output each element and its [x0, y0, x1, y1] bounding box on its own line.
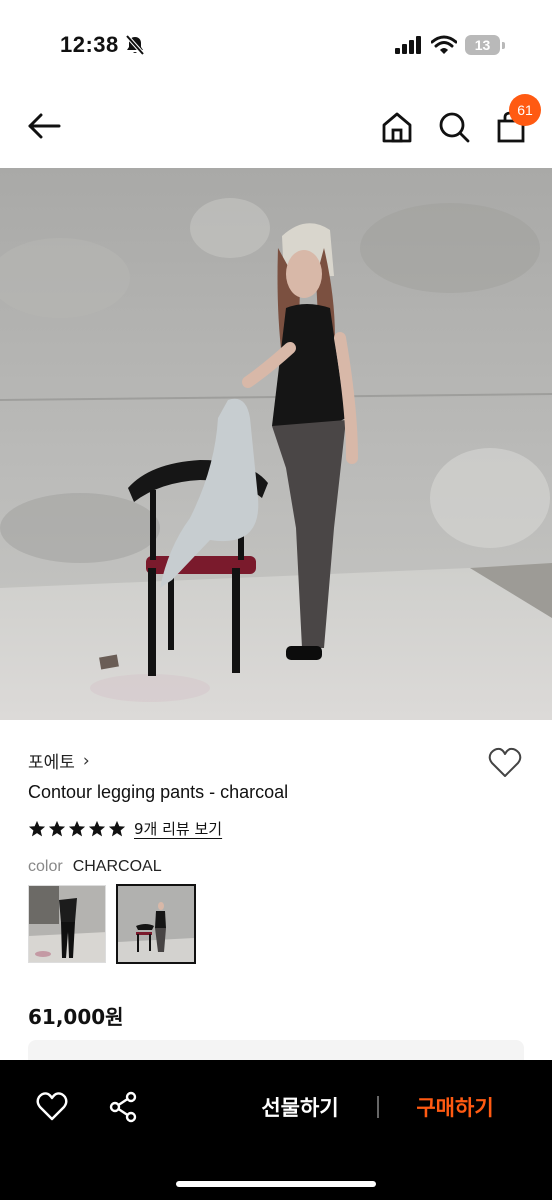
product-price: 61,000원 [28, 1005, 124, 1029]
home-icon[interactable] [380, 110, 414, 144]
product-title: Contour legging pants - charcoal [28, 782, 289, 802]
rating-stars [28, 820, 126, 838]
heart-icon[interactable] [36, 1091, 68, 1123]
color-label: color [28, 858, 63, 875]
home-indicator[interactable] [176, 1181, 376, 1187]
cart-count-badge[interactable]: 61 [509, 94, 541, 126]
product-main-image[interactable] [0, 168, 552, 720]
star-icon [48, 820, 66, 836]
star-icon [108, 820, 126, 836]
star-icon [68, 820, 86, 836]
wifi-icon [431, 35, 457, 54]
bottom-bar-divider [377, 1096, 379, 1118]
wishlist-heart-icon[interactable] [487, 745, 523, 781]
star-icon [88, 820, 106, 836]
battery-icon: 13 [465, 35, 505, 55]
top-nav [0, 90, 552, 168]
cellular-signal-icon [395, 36, 421, 54]
bottom-action-bar: 선물하기 구매하기 [0, 1060, 552, 1200]
share-icon[interactable] [108, 1091, 138, 1123]
color-option-row: color CHARCOAL [28, 858, 162, 876]
bell-slash-icon [125, 34, 145, 56]
back-arrow-icon[interactable] [24, 108, 64, 144]
product-thumbnail[interactable] [28, 885, 106, 963]
brand-name: 포에토 [28, 753, 75, 773]
product-thumbnail-selected[interactable] [116, 884, 196, 964]
battery-level: 13 [465, 35, 500, 55]
color-value: CHARCOAL [72, 858, 162, 875]
status-bar: 12:38 13 [0, 0, 552, 90]
status-time: 12:38 [60, 32, 119, 57]
brand-link[interactable]: 포에토 › [28, 748, 90, 774]
star-icon [28, 820, 46, 836]
gift-button[interactable]: 선물하기 [230, 1090, 370, 1126]
review-link[interactable]: 9개 리뷰 보기 [134, 818, 222, 839]
rating-row: 9개 리뷰 보기 [28, 818, 222, 839]
chevron-right-icon: › [82, 750, 90, 771]
search-icon[interactable] [437, 110, 471, 144]
buy-button[interactable]: 구매하기 [390, 1090, 520, 1126]
